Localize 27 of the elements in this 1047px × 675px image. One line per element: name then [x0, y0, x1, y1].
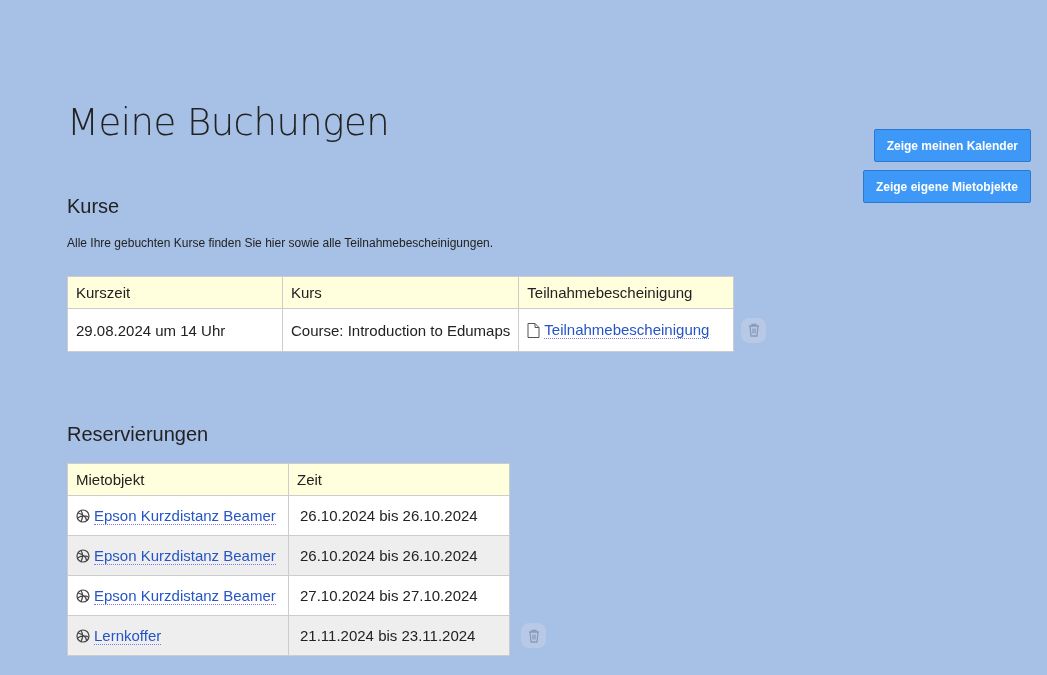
table-cell: 29.08.2024 um 14 Uhr: [67, 308, 283, 352]
item-link[interactable]: Lernkoffer: [94, 626, 162, 645]
page-title: Meine Buchungen: [67, 100, 391, 146]
column-header: Kurs: [282, 276, 519, 309]
ball-icon: [76, 508, 90, 523]
table-cell: 26.10.2024 bis 26.10.2024: [288, 535, 510, 576]
document-icon: [527, 322, 541, 338]
action-button[interactable]: Zeige eigene Mietobjekte: [862, 170, 1031, 203]
table-cell: Course: Introduction to Edumaps: [282, 308, 519, 352]
trash-icon: [527, 628, 540, 643]
column-header: Teilnahmebescheinigung: [518, 276, 734, 309]
column-header: Mietobjekt: [67, 463, 289, 496]
section-heading: Reservierungen: [67, 422, 210, 446]
ball-icon: [76, 588, 90, 603]
delete-button[interactable]: [521, 623, 546, 648]
section-heading: Kurse: [67, 194, 121, 218]
action-button[interactable]: Zeige meinen Kalender: [873, 129, 1031, 162]
table-cell: 27.10.2024 bis 27.10.2024: [288, 575, 510, 616]
table-cell: 21.11.2024 bis 23.11.2024: [288, 615, 510, 656]
table-cell: 26.10.2024 bis 26.10.2024: [288, 495, 510, 536]
ball-icon: [76, 548, 90, 563]
delete-button[interactable]: [741, 317, 767, 343]
column-header: Zeit: [288, 463, 510, 496]
column-header: Kurszeit: [67, 276, 283, 309]
intro-text: Alle Ihre gebuchten Kurse finden Sie hier sowie alle Teilnahmebescheinigungen.: [67, 236, 495, 250]
ball-icon: [76, 628, 90, 643]
trash-icon: [747, 323, 760, 337]
